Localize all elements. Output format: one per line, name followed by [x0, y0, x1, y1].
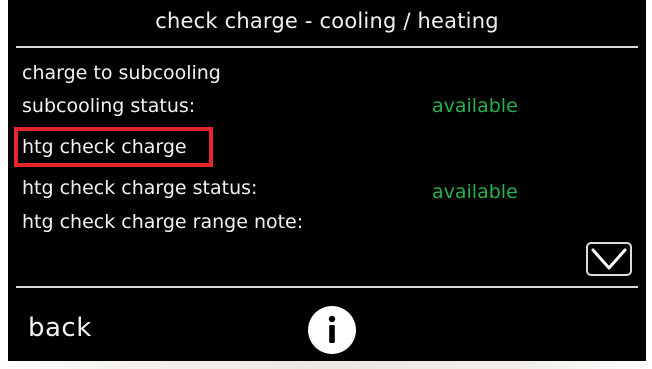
info-button[interactable]	[308, 306, 356, 354]
htg-check-charge-range-note-label: htg check charge range note:	[22, 211, 304, 233]
back-button[interactable]: back	[28, 310, 92, 346]
menu-item-charge-to-subcooling[interactable]: charge to subcooling	[22, 60, 221, 86]
chevron-down-icon	[591, 248, 627, 270]
footer-divider	[16, 286, 638, 288]
header-divider	[16, 46, 638, 48]
page-title: check charge - cooling / heating	[155, 9, 499, 33]
htg-check-charge-status-label: htg check charge status:	[22, 177, 258, 199]
info-icon	[328, 315, 336, 343]
scroll-down-button[interactable]	[586, 242, 632, 276]
highlight-box	[14, 127, 213, 167]
subcooling-status-label: subcooling status:	[22, 95, 196, 117]
subcooling-status-value: available	[432, 95, 518, 117]
htg-check-charge-status-value: available	[432, 181, 518, 203]
thermostat-screen: check charge - cooling / heating charge …	[8, 0, 646, 361]
device-frame-edge	[0, 361, 652, 369]
